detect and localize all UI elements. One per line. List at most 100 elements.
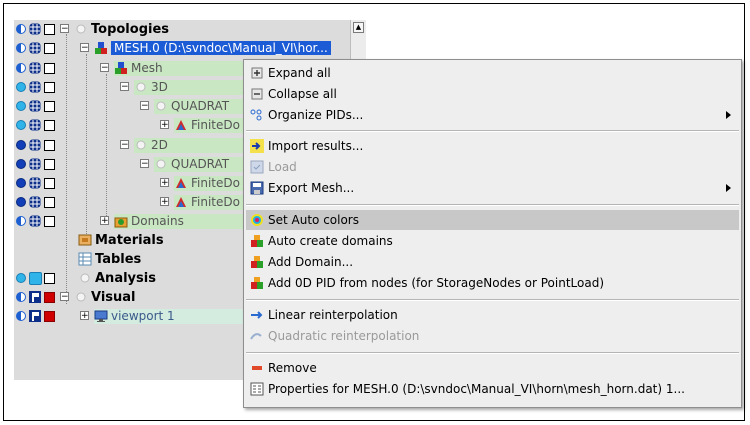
menu-item-properties[interactable]: Properties for MESH.0 (D:\svndoc\Manual_… bbox=[246, 379, 739, 399]
menu-item-add-domain[interactable]: Add Domain... bbox=[246, 252, 739, 272]
viewport-icon bbox=[94, 309, 108, 323]
tree-row-mesh0[interactable]: − MESH.0 (D:\svndoc\Manual_VI\hor... bbox=[14, 39, 364, 57]
menu-item-organize-pids[interactable]: Organize PIDs... bbox=[246, 105, 739, 125]
menu-item-import-results[interactable]: Import results... bbox=[246, 136, 739, 156]
visibility-toggle-icon[interactable] bbox=[16, 311, 26, 321]
checkbox[interactable] bbox=[44, 24, 55, 35]
circle-icon bbox=[134, 80, 148, 94]
collapse-icon[interactable]: − bbox=[60, 24, 69, 34]
checkbox[interactable] bbox=[44, 197, 55, 208]
visibility-toggle-icon[interactable] bbox=[16, 24, 26, 34]
menu-item-export-mesh[interactable]: Export Mesh... bbox=[246, 178, 739, 198]
checkbox[interactable] bbox=[44, 140, 55, 151]
visibility-toggle-icon[interactable] bbox=[16, 82, 26, 92]
mesh-grid-icon[interactable] bbox=[29, 81, 41, 93]
tree-label: QUADRAT bbox=[171, 157, 230, 171]
mesh-grid-icon[interactable] bbox=[29, 196, 41, 208]
collapse-icon[interactable]: − bbox=[140, 159, 149, 169]
checkbox[interactable] bbox=[44, 273, 55, 284]
menu-item-set-auto-colors[interactable]: Set Auto colors bbox=[246, 210, 739, 230]
mesh-icon bbox=[94, 41, 108, 55]
visibility-toggle-icon[interactable] bbox=[16, 140, 26, 150]
visibility-toggle-icon[interactable] bbox=[16, 178, 26, 188]
circle-icon bbox=[78, 271, 92, 285]
collapse-icon[interactable]: − bbox=[140, 101, 149, 111]
collapse-icon bbox=[250, 87, 264, 101]
visibility-toggle-icon[interactable] bbox=[16, 63, 26, 73]
tree-label: QUADRAT bbox=[171, 99, 230, 113]
checkbox[interactable] bbox=[44, 43, 55, 54]
tree-label: 3D bbox=[151, 80, 168, 94]
tree-label: Mesh bbox=[131, 61, 163, 75]
menu-item-label: Organize PIDs... bbox=[268, 108, 364, 122]
menu-item-quadratic-reinterpolation[interactable]: Quadratic reinterpolation bbox=[246, 326, 739, 346]
menu-item-auto-create-domains[interactable]: Auto create domains bbox=[246, 231, 739, 251]
menu-item-label: Properties for MESH.0 (D:\svndoc\Manual_… bbox=[268, 382, 685, 396]
mesh-grid-icon[interactable] bbox=[29, 100, 41, 112]
menu-separator bbox=[246, 352, 739, 354]
menu-separator bbox=[246, 130, 739, 132]
circle-icon bbox=[74, 22, 88, 36]
mesh-grid-icon[interactable] bbox=[29, 158, 41, 170]
menu-item-remove[interactable]: Remove bbox=[246, 358, 739, 378]
menu-separator bbox=[246, 299, 739, 301]
collapse-icon[interactable]: − bbox=[120, 82, 129, 92]
tree-label: FiniteDo bbox=[191, 176, 240, 190]
tree-row-topologies[interactable]: − Topologies bbox=[14, 20, 364, 38]
visibility-toggle-icon[interactable] bbox=[16, 43, 26, 53]
mesh-grid-icon[interactable] bbox=[29, 62, 41, 74]
scroll-up-icon[interactable]: ▲ bbox=[353, 22, 364, 33]
checkbox[interactable] bbox=[44, 63, 55, 74]
materials-icon bbox=[78, 233, 92, 247]
checkbox[interactable] bbox=[44, 120, 55, 131]
visibility-toggle-icon[interactable] bbox=[16, 120, 26, 130]
properties-icon bbox=[250, 382, 264, 396]
checkbox[interactable] bbox=[44, 101, 55, 112]
menu-item-linear-reinterpolation[interactable]: Linear reinterpolation bbox=[246, 305, 739, 325]
mesh-grid-icon[interactable] bbox=[29, 119, 41, 131]
tree-label: 2D bbox=[151, 138, 168, 152]
menu-item-expand-all[interactable]: Expand all bbox=[246, 63, 739, 83]
context-menu[interactable]: Expand all Collapse all Organize PIDs...… bbox=[243, 59, 742, 408]
collapse-icon[interactable]: − bbox=[60, 292, 69, 302]
menu-item-collapse-all[interactable]: Collapse all bbox=[246, 84, 739, 104]
checkbox[interactable] bbox=[44, 311, 55, 322]
visibility-toggle-icon[interactable] bbox=[16, 273, 26, 283]
visibility-toggle-icon[interactable] bbox=[16, 159, 26, 169]
mesh-icon bbox=[114, 61, 128, 75]
flag-icon[interactable] bbox=[29, 291, 41, 303]
collapse-icon[interactable]: − bbox=[120, 140, 129, 150]
checkbox[interactable] bbox=[44, 82, 55, 93]
mesh-grid-icon[interactable] bbox=[29, 177, 41, 189]
checkbox[interactable] bbox=[44, 159, 55, 170]
menu-item-load[interactable]: Load bbox=[246, 157, 739, 177]
flag-icon[interactable] bbox=[29, 310, 41, 322]
tree-label: Analysis bbox=[95, 271, 156, 286]
expand-icon[interactable]: + bbox=[160, 120, 169, 130]
expand-icon[interactable]: + bbox=[160, 178, 169, 188]
menu-item-add-0d-pid[interactable]: Add 0D PID from nodes (for StorageNodes … bbox=[246, 273, 739, 293]
visibility-toggle-icon[interactable] bbox=[16, 197, 26, 207]
visibility-toggle-icon[interactable] bbox=[16, 216, 26, 226]
tree-label: Topologies bbox=[91, 22, 170, 37]
menu-item-label: Quadratic reinterpolation bbox=[268, 329, 420, 343]
menu-item-label: Linear reinterpolation bbox=[268, 308, 398, 322]
menu-separator bbox=[246, 204, 739, 206]
checkbox[interactable] bbox=[44, 216, 55, 227]
expand-icon[interactable]: + bbox=[100, 216, 109, 226]
checkbox[interactable] bbox=[44, 292, 55, 303]
expand-icon[interactable]: + bbox=[160, 197, 169, 207]
display-mode-icon[interactable] bbox=[29, 272, 42, 285]
mesh-grid-icon[interactable] bbox=[29, 215, 41, 227]
visibility-toggle-icon[interactable] bbox=[16, 101, 26, 111]
collapse-icon[interactable]: − bbox=[100, 63, 109, 73]
mesh-grid-icon[interactable] bbox=[29, 42, 41, 54]
collapse-icon[interactable]: − bbox=[80, 43, 89, 53]
mesh-grid-icon[interactable] bbox=[29, 139, 41, 151]
mesh-grid-icon[interactable] bbox=[29, 23, 41, 35]
menu-item-label: Collapse all bbox=[268, 87, 337, 101]
expand-icon[interactable]: + bbox=[80, 311, 89, 321]
checkbox[interactable] bbox=[44, 178, 55, 189]
visibility-toggle-icon[interactable] bbox=[16, 292, 26, 302]
add-domain-icon bbox=[250, 255, 264, 269]
